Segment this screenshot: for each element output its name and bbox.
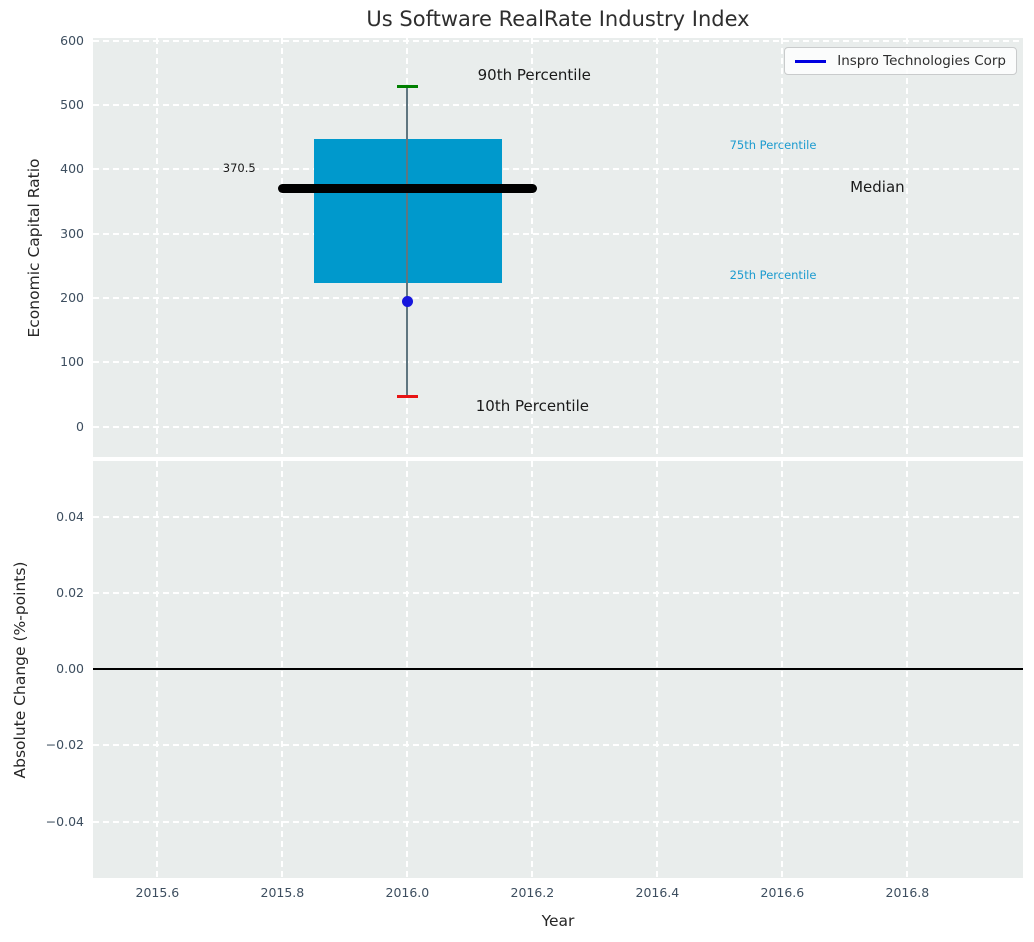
- y-gridline: [93, 103, 1023, 106]
- y-gridline: [93, 297, 1023, 300]
- y-tick-label: 300: [60, 225, 84, 241]
- legend-label: Inspro Technologies Corp: [837, 53, 1006, 69]
- annotation-370-5: 370.5: [222, 161, 256, 175]
- y-tick-label: 0: [76, 418, 84, 434]
- legend: Inspro Technologies Corp: [784, 47, 1017, 75]
- figure: Us Software RealRate Industry Index Insp…: [0, 0, 1034, 942]
- zero-line: [93, 668, 1023, 671]
- x-gridline: [906, 38, 909, 457]
- annotation-10th-percentile: 10th Percentile: [475, 396, 589, 415]
- y-gridline: [93, 39, 1023, 42]
- y-gridline: [93, 361, 1023, 364]
- x-gridline: [281, 38, 284, 457]
- annotation-25th-percentile: 25th Percentile: [729, 267, 817, 282]
- x-gridline: [156, 38, 159, 457]
- x-tick-label: 2016.2: [510, 885, 555, 900]
- legend-line-sample: [795, 59, 827, 63]
- annotation-75th-percentile: 75th Percentile: [729, 137, 817, 152]
- y-tick-label: 0.04: [56, 508, 84, 524]
- annotation-90th-percentile: 90th Percentile: [477, 65, 591, 84]
- y-tick-label: 0.00: [56, 661, 84, 677]
- y-tick-label: 400: [60, 161, 84, 177]
- median-line: [278, 183, 537, 193]
- y-gridline: [93, 232, 1023, 235]
- y-gridline: [93, 515, 1023, 518]
- y-gridline: [93, 425, 1023, 428]
- x-axis-label: Year: [541, 912, 575, 930]
- company-marker: [401, 295, 413, 307]
- whisker-line: [406, 85, 409, 396]
- x-tick-label: 2015.6: [135, 885, 180, 900]
- y-tick-label: 200: [60, 290, 84, 306]
- x-tick-label: 2016.4: [635, 885, 680, 900]
- x-tick-label: 2016.6: [760, 885, 805, 900]
- x-tick-label: 2016.0: [385, 885, 430, 900]
- x-gridline: [656, 38, 659, 457]
- y-gridline: [93, 820, 1023, 823]
- y-tick-label: −0.04: [45, 813, 84, 829]
- x-gridline: [531, 38, 534, 457]
- p10-cap: [396, 394, 418, 398]
- y-gridline: [93, 591, 1023, 594]
- x-gridline: [781, 38, 784, 457]
- x-tick-label: 2016.8: [885, 885, 930, 900]
- y-gridline: [93, 744, 1023, 747]
- y-tick-label: 600: [60, 32, 84, 48]
- chart-title: Us Software RealRate Industry Index: [366, 7, 750, 31]
- annotation-median: Median: [850, 177, 905, 196]
- bottom-axes-absolute-change: [93, 461, 1023, 878]
- x-tick-label: 2015.8: [260, 885, 305, 900]
- top-axes-economic-capital-ratio: Inspro Technologies Corp 90th Percentile…: [93, 38, 1023, 457]
- y-axis-label-top: Economic Capital Ratio: [25, 158, 43, 338]
- y-tick-label: −0.02: [45, 737, 84, 753]
- y-tick-label: 100: [60, 354, 84, 370]
- p90-cap: [396, 84, 418, 88]
- y-tick-label: 500: [60, 96, 84, 112]
- y-tick-label: 0.02: [56, 584, 84, 600]
